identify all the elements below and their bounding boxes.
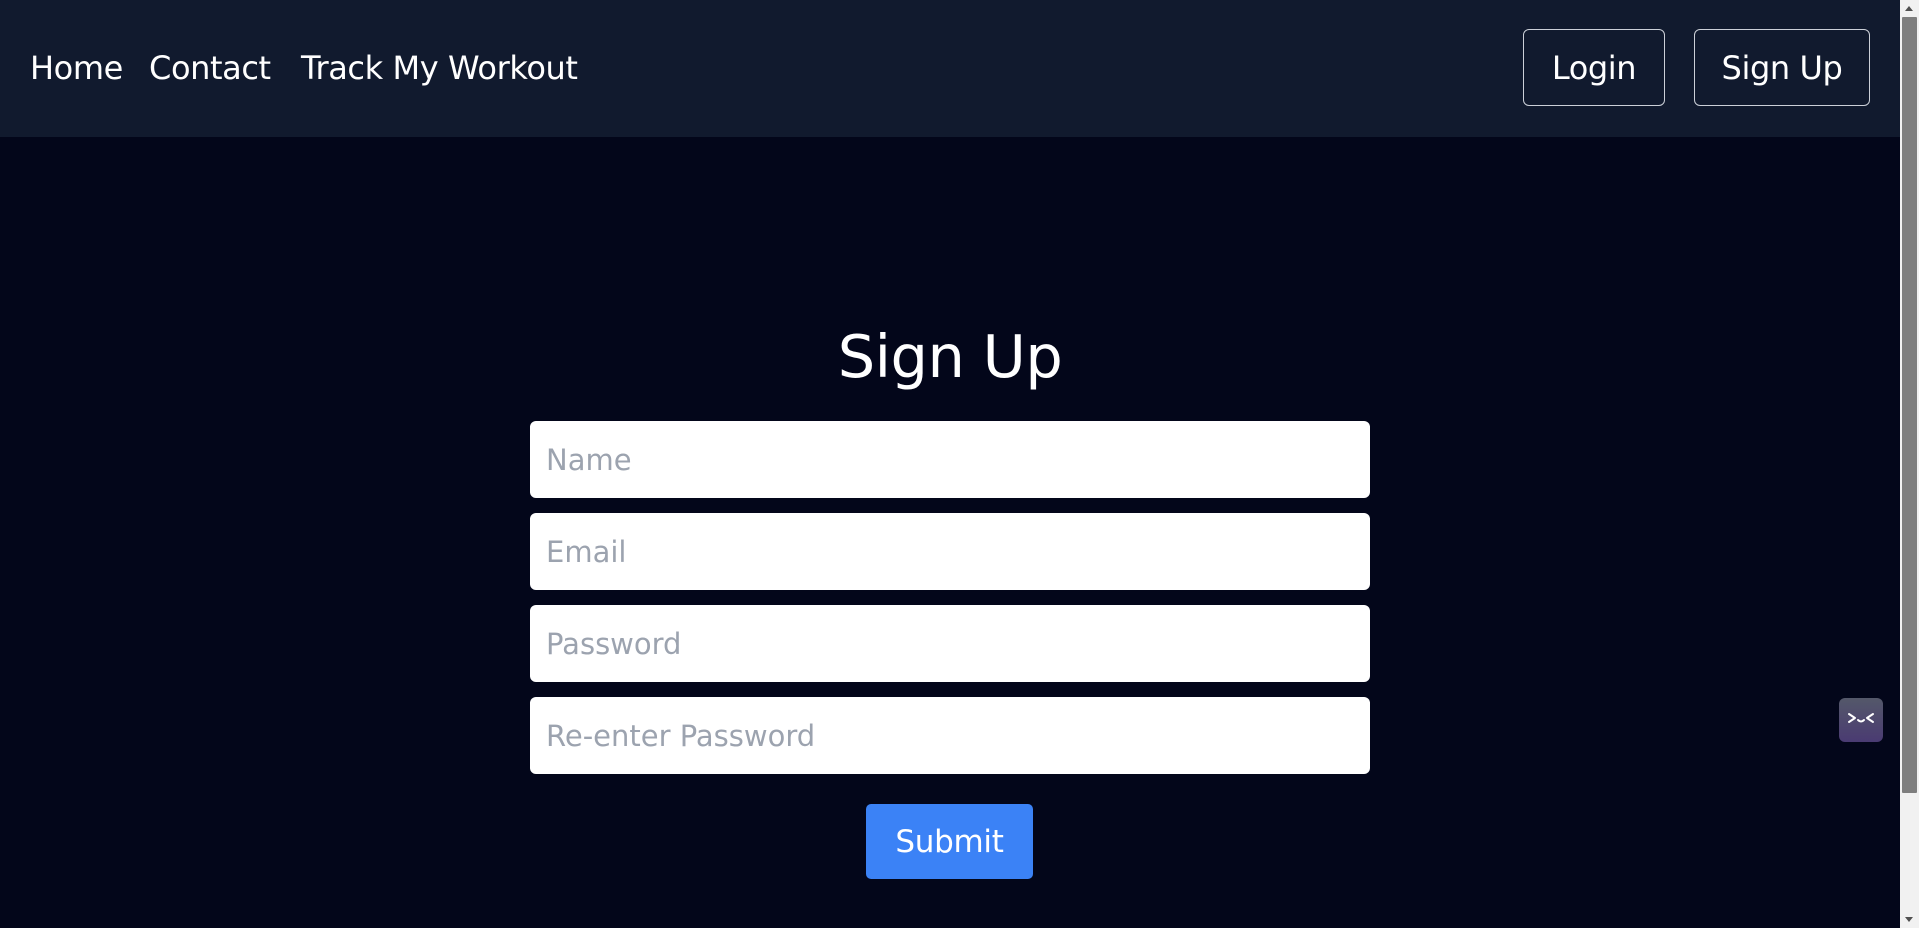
nav-link-contact[interactable]: Contact — [149, 46, 271, 90]
password-input[interactable] — [530, 605, 1370, 682]
vertical-scrollbar[interactable] — [1900, 0, 1919, 928]
nav-link-home[interactable]: Home — [30, 46, 123, 90]
scroll-down-arrow-icon[interactable] — [1900, 911, 1919, 928]
email-input[interactable] — [530, 513, 1370, 590]
login-button[interactable]: Login — [1523, 29, 1665, 106]
scroll-up-arrow-icon[interactable] — [1900, 0, 1919, 17]
floating-widget-button[interactable] — [1839, 698, 1883, 742]
page: Home Contact Track My Workout Login Sign… — [0, 0, 1919, 928]
scrollbar-thumb[interactable] — [1902, 17, 1917, 793]
reenter-password-input[interactable] — [530, 697, 1370, 774]
page-title: Sign Up — [837, 322, 1063, 391]
name-input[interactable] — [530, 421, 1370, 498]
nav-link-track-my-workout[interactable]: Track My Workout — [301, 46, 578, 90]
terminal-face-icon — [1848, 713, 1874, 723]
submit-button[interactable]: Submit — [866, 804, 1033, 879]
signup-nav-button[interactable]: Sign Up — [1694, 29, 1870, 106]
navbar: Home Contact Track My Workout Login Sign… — [0, 0, 1900, 137]
